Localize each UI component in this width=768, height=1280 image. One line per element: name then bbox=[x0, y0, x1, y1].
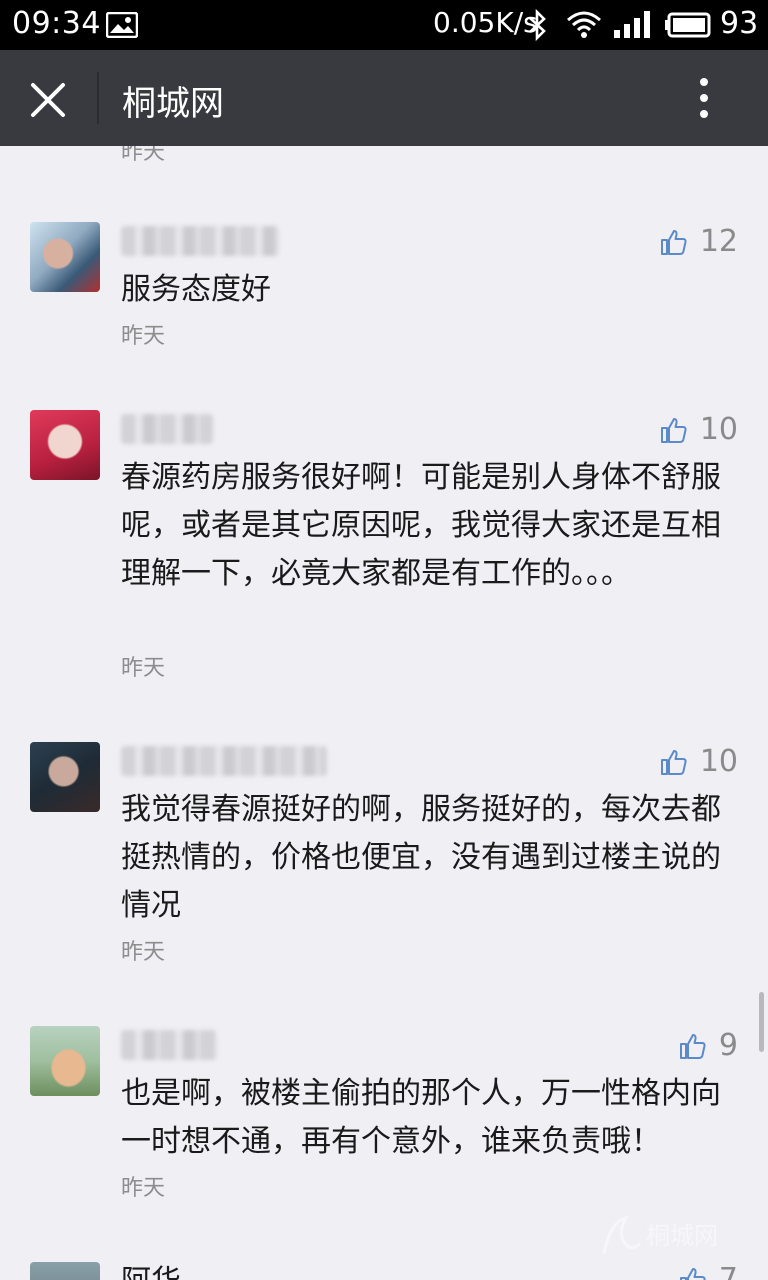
thumbs-up-icon bbox=[660, 229, 687, 255]
avatar[interactable] bbox=[30, 1026, 100, 1096]
like-button[interactable]: 10 bbox=[660, 744, 738, 779]
comment-text: 春源药房服务很好啊！可能是别人身体不舒服呢，或者是其它原因呢，我觉得大家还是互相… bbox=[121, 460, 721, 591]
status-time: 09:34 bbox=[12, 6, 101, 41]
thumbs-up-icon bbox=[679, 1033, 706, 1059]
wifi-icon bbox=[567, 11, 601, 38]
like-count: 7 bbox=[718, 1262, 738, 1280]
like-button[interactable]: 9 bbox=[679, 1028, 738, 1063]
comment-date: 昨天 bbox=[121, 940, 166, 965]
commenter-name: 阿华 bbox=[121, 1258, 321, 1280]
comment-date: 昨天 bbox=[121, 1176, 166, 1201]
network-speed: 0.05K/s bbox=[433, 6, 538, 39]
avatar[interactable] bbox=[30, 742, 100, 812]
svg-text:桐城网: 桐城网 bbox=[646, 1222, 718, 1250]
comment-list[interactable]: 昨天 12 服务态度好 昨天 10 春源药房服务很好啊！可能是别人身体不舒服呢，… bbox=[0, 146, 768, 1280]
comment-date: 昨天 bbox=[121, 146, 166, 165]
scrollbar[interactable] bbox=[759, 992, 764, 1052]
like-count: 12 bbox=[699, 224, 738, 259]
like-button[interactable]: 10 bbox=[660, 412, 738, 447]
battery-level: 93 bbox=[720, 6, 759, 41]
comment-text: 我觉得春源挺好的啊，服务挺好的，每次去都挺热情的，价格也便宜，没有遇到过楼主说的… bbox=[121, 792, 721, 923]
status-bar: 09:34 0.05K/s 93 bbox=[0, 0, 768, 50]
more-vertical-icon[interactable] bbox=[690, 76, 718, 120]
page-title: 桐城网 bbox=[122, 84, 224, 124]
avatar[interactable] bbox=[30, 410, 100, 480]
app-bar: 桐城网 bbox=[0, 50, 768, 146]
like-count: 9 bbox=[718, 1028, 738, 1063]
comment-date: 昨天 bbox=[121, 656, 166, 681]
like-count: 10 bbox=[699, 412, 738, 447]
commenter-name-blurred bbox=[121, 1030, 217, 1060]
like-count: 10 bbox=[699, 744, 738, 779]
comment-text: 服务态度好 bbox=[121, 272, 271, 307]
thumbs-up-icon bbox=[679, 1267, 706, 1280]
close-icon[interactable] bbox=[28, 80, 68, 120]
commenter-name-blurred bbox=[121, 226, 279, 256]
comment-text: 也是啊，被楼主偷拍的那个人，万一性格内向一时想不通，再有个意外，谁来负责哦！ bbox=[121, 1076, 721, 1159]
battery-icon bbox=[665, 12, 711, 38]
app-bar-divider bbox=[97, 72, 99, 124]
thumbs-up-icon bbox=[660, 749, 687, 775]
thumbs-up-icon bbox=[660, 417, 687, 443]
avatar[interactable] bbox=[30, 1262, 100, 1280]
commenter-name-blurred bbox=[121, 746, 327, 776]
image-icon bbox=[106, 12, 138, 38]
like-button[interactable]: 7 bbox=[679, 1262, 738, 1280]
like-button[interactable]: 12 bbox=[660, 224, 738, 259]
signal-icon bbox=[614, 11, 650, 38]
comment-date: 昨天 bbox=[121, 324, 166, 349]
commenter-name-blurred bbox=[121, 414, 213, 444]
bluetooth-icon bbox=[529, 9, 546, 41]
watermark-logo: 桐城网 bbox=[602, 1215, 718, 1255]
avatar[interactable] bbox=[30, 222, 100, 292]
